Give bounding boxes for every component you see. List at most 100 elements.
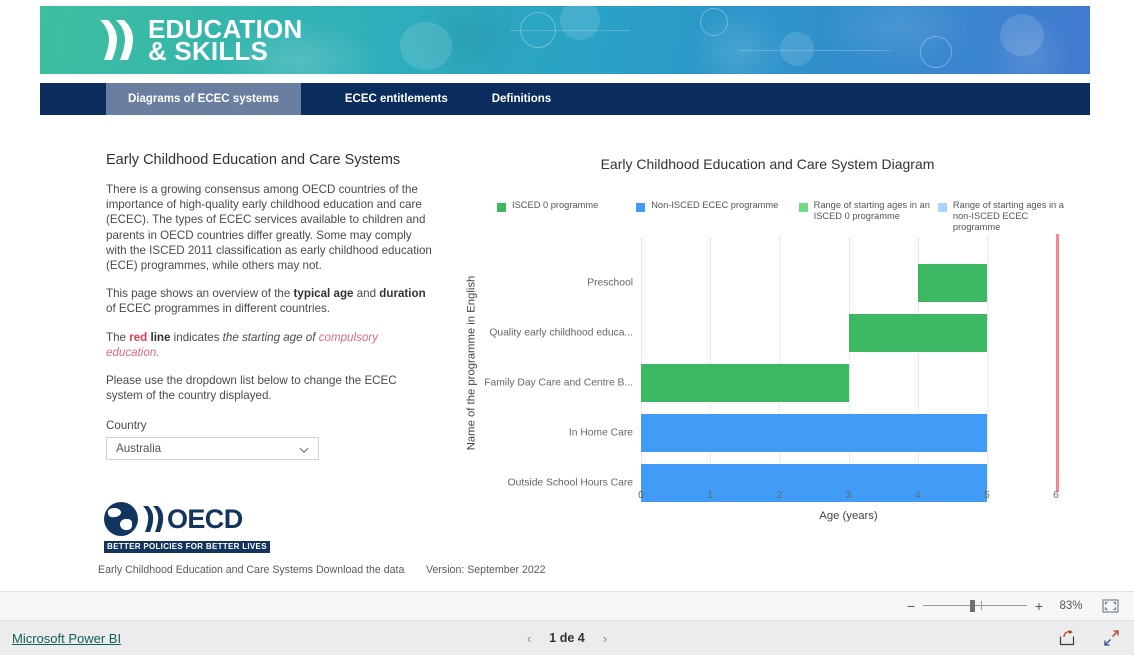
legend-swatch-icon <box>497 203 506 212</box>
left-text-panel: Early Childhood Education and Care Syste… <box>106 152 432 461</box>
country-slicer-label: Country <box>106 419 147 433</box>
legend-item-non-isced[interactable]: Non-ISCED ECEC programme <box>636 200 798 212</box>
legend-swatch-icon <box>798 203 808 212</box>
bar-preschool[interactable] <box>917 264 987 302</box>
y-axis-label-in-home-care: In Home Care <box>568 427 633 439</box>
tab-label: ECEC entitlements <box>344 93 448 105</box>
overview-mid: and <box>353 287 380 301</box>
intro-paragraph: There is a growing consensus among OECD … <box>106 183 432 273</box>
y-axis-label-family-day-care: Family Day Care and Centre B... <box>484 377 633 389</box>
legend-label: Non-ISCED ECEC programme <box>651 200 779 210</box>
country-dropdown-value: Australia <box>116 442 162 456</box>
zoom-out-button[interactable]: − <box>902 599 920 613</box>
chart-bars-region <box>641 234 1059 502</box>
red-line-paragraph: The red line indicates the starting age … <box>106 330 432 360</box>
double-chevron-icon <box>142 504 164 534</box>
redline-pre: The <box>106 330 130 344</box>
redline-italic: the starting age of <box>222 330 319 344</box>
banner-ring-2 <box>700 8 728 36</box>
page-title: Early Childhood Education and Care Syste… <box>106 152 401 168</box>
globe-icon <box>104 502 138 536</box>
gridline-5 <box>986 238 989 488</box>
fit-to-page-icon[interactable] <box>1100 598 1120 614</box>
compulsory-education-reference-line <box>1056 234 1059 492</box>
tab-ecec-entitlements[interactable]: ECEC entitlements <box>301 83 470 115</box>
microsoft-power-bi-link[interactable]: Microsoft Power BI <box>12 631 121 646</box>
overview-pre: This page shows an overview of the <box>106 287 294 301</box>
dropdown-instruction-paragraph: Please use the dropdown list below to ch… <box>106 374 397 403</box>
chart-legend: ISCED 0 programme Non-ISCED ECEC program… <box>497 200 1077 233</box>
legend-label: ISCED 0 programme <box>512 200 599 210</box>
double-chevron-icon <box>98 18 134 62</box>
tab-label: Diagrams of ECEC systems <box>128 93 279 105</box>
fullscreen-icon[interactable] <box>1102 629 1120 647</box>
bar-in-home-care[interactable] <box>641 414 987 452</box>
chevron-down-icon <box>298 443 310 455</box>
banner-bokeh-3 <box>780 32 814 66</box>
legend-swatch-icon <box>937 203 947 212</box>
x-tick-0: 0 <box>638 490 644 501</box>
x-axis-title: Age (years) <box>819 510 878 522</box>
page-navigator: ‹ 1 de 4 › <box>477 631 657 646</box>
tab-definitions[interactable]: Definitions <box>470 83 573 115</box>
legend-item-isced-0[interactable]: ISCED 0 programme <box>497 200 636 212</box>
zoom-in-button[interactable]: + <box>1030 599 1048 613</box>
redline-word-line: line <box>147 330 171 344</box>
tab-diagrams-of-ecec-systems[interactable]: Diagrams of ECEC systems <box>106 83 301 115</box>
power-bi-report-viewer: EDUCATION & SKILLS Diagrams of ECEC syst… <box>0 0 1134 655</box>
page-indicator: 1 de 4 <box>549 631 585 645</box>
x-tick-1: 1 <box>707 490 714 501</box>
redline-mid: indicates <box>170 330 223 344</box>
zoom-slider-tick <box>981 601 983 610</box>
brand-lockup: EDUCATION & SKILLS <box>98 16 302 64</box>
tab-strip-leading-spacer <box>40 83 106 115</box>
chevron-right-icon[interactable]: › <box>603 631 607 646</box>
zoom-toolbar: − + 83% <box>0 591 1134 621</box>
brand-text: EDUCATION & SKILLS <box>148 16 302 64</box>
bottom-bar-actions <box>1058 629 1120 647</box>
country-dropdown[interactable]: Australia <box>106 437 319 461</box>
legend-swatch-icon <box>636 203 646 212</box>
oecd-wordmark: OECD <box>167 503 243 534</box>
chart-plot-area: Name of the programme in English Prescho… <box>455 234 1080 528</box>
redline-word-red: red <box>129 330 148 344</box>
education-skills-banner: EDUCATION & SKILLS <box>40 6 1090 74</box>
legend-item-range-isced-0[interactable]: Range of starting ages in an ISCED 0 pro… <box>798 200 938 222</box>
x-tick-6: 6 <box>1053 490 1059 501</box>
banner-bokeh-1 <box>400 22 452 70</box>
zoom-slider-rail <box>923 605 1027 606</box>
banner-ring-3 <box>920 36 952 68</box>
y-axis-title: Name of the programme in English <box>463 238 479 488</box>
legend-label: Range of starting ages in an ISCED 0 pro… <box>813 200 930 221</box>
overview-bold-typical-age: typical age <box>293 287 354 301</box>
legend-item-range-non-isced[interactable]: Range of starting ages in a non-ISCED EC… <box>937 200 1077 233</box>
report-canvas: EDUCATION & SKILLS Diagrams of ECEC syst… <box>0 0 1134 591</box>
bar-family-day-care-centre-based[interactable] <box>641 364 849 402</box>
overview-paragraph: This page shows an overview of the typic… <box>106 286 432 316</box>
x-tick-4: 4 <box>914 490 921 501</box>
share-icon[interactable] <box>1058 629 1076 647</box>
y-axis-label-preschool: Preschool <box>587 277 633 289</box>
legend-label: Range of starting ages in a non-ISCED EC… <box>952 200 1064 232</box>
x-tick-2: 2 <box>776 490 783 501</box>
x-tick-5: 5 <box>983 490 990 501</box>
y-axis-label-quality-ecec: Quality early childhood educa... <box>489 327 633 339</box>
tab-strip: Diagrams of ECEC systems ECEC entitlemen… <box>40 83 1090 115</box>
overview-bold-duration: duration <box>379 287 426 301</box>
zoom-slider[interactable] <box>923 599 1027 613</box>
chevron-left-icon[interactable]: ‹ <box>527 631 531 646</box>
bar-quality-early-childhood-education[interactable] <box>848 314 987 352</box>
chart-title: Early Childhood Education and Care Syste… <box>600 156 935 172</box>
oecd-logo: OECD BETTER POLICIES FOR BETTER LIVES <box>104 502 304 554</box>
y-axis-category-labels: Preschool Quality early childhood educa.… <box>479 238 639 489</box>
overview-post: of ECEC programmes in different countrie… <box>106 302 331 316</box>
footer-link-download-data[interactable]: Download the data <box>316 564 426 576</box>
footer-link-ecec-systems[interactable]: Early Childhood Education and Care Syste… <box>98 564 316 576</box>
zoom-percent-label: 83% <box>1059 600 1083 612</box>
zoom-slider-handle[interactable] <box>969 600 975 612</box>
oecd-logo-row: OECD <box>104 502 304 536</box>
y-axis-title-text: Name of the programme in English <box>465 275 477 451</box>
tab-label: Definitions <box>491 93 552 105</box>
banner-hairline-2 <box>740 50 890 51</box>
banner-bokeh-4 <box>1000 14 1044 56</box>
